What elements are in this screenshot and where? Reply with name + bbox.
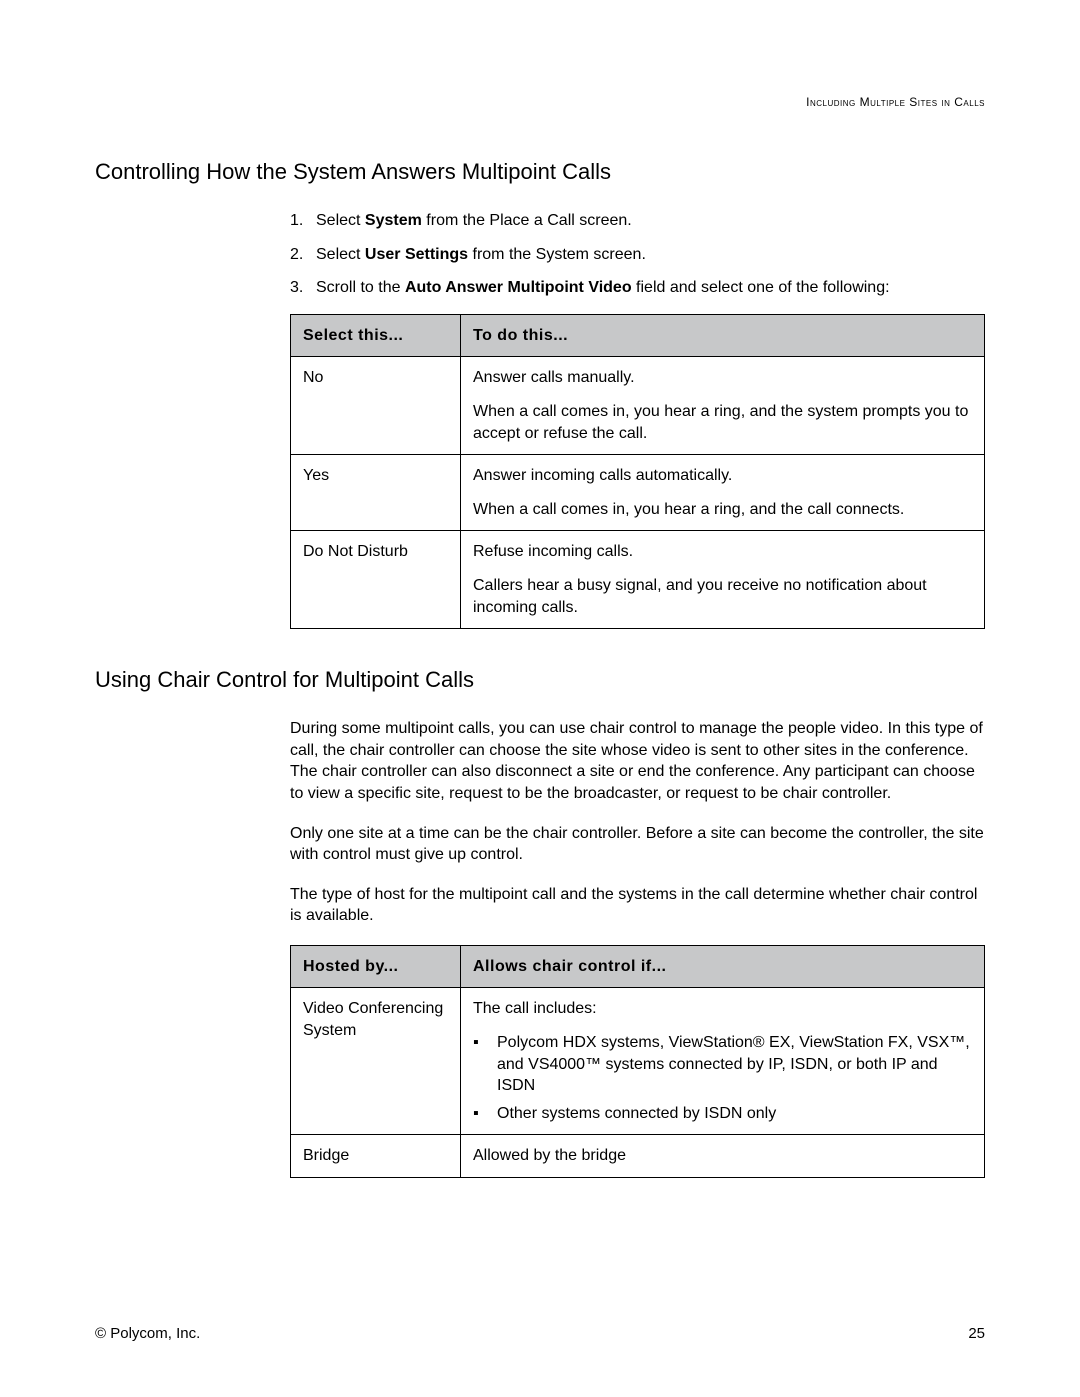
bullet-icon: ▪ (473, 1032, 497, 1097)
list-item: ▪ Polycom HDX systems, ViewStation® EX, … (473, 1032, 972, 1097)
table-cell: Answer incoming calls automatically. Whe… (461, 455, 985, 531)
table-row: Select this... To do this... (291, 314, 985, 357)
paragraph: The type of host for the multipoint call… (290, 884, 985, 927)
bullet-icon: ▪ (473, 1103, 497, 1125)
steps-list: 1. Select System from the Place a Call s… (290, 210, 985, 299)
table-cell: Allowed by the bridge (461, 1135, 985, 1178)
page-number: 25 (968, 1325, 985, 1342)
step-number: 2. (290, 244, 316, 266)
step-item: 3. Scroll to the Auto Answer Multipoint … (290, 277, 985, 299)
table-cell: Yes (291, 455, 461, 531)
bullet-list: ▪ Polycom HDX systems, ViewStation® EX, … (473, 1032, 972, 1124)
step-item: 2. Select User Settings from the System … (290, 244, 985, 266)
step-item: 1. Select System from the Place a Call s… (290, 210, 985, 232)
step-number: 3. (290, 277, 316, 299)
table-cell: Video Conferencing System (291, 988, 461, 1135)
table-row: Do Not Disturb Refuse incoming calls. Ca… (291, 531, 985, 629)
paragraph: During some multipoint calls, you can us… (290, 718, 985, 804)
col-header: Allows chair control if... (461, 945, 985, 988)
table-cell: No (291, 357, 461, 455)
table-cell: Do Not Disturb (291, 531, 461, 629)
col-header: To do this... (461, 314, 985, 357)
table-row: Video Conferencing System The call inclu… (291, 988, 985, 1135)
step-text: Select User Settings from the System scr… (316, 244, 646, 266)
table-row: No Answer calls manually. When a call co… (291, 357, 985, 455)
list-item: ▪ Other systems connected by ISDN only (473, 1103, 972, 1125)
table-row: Yes Answer incoming calls automatically.… (291, 455, 985, 531)
heading-controlling: Controlling How the System Answers Multi… (95, 159, 985, 185)
footer-copyright: © Polycom, Inc. (95, 1325, 200, 1342)
chair-control-table: Hosted by... Allows chair control if... … (290, 945, 985, 1178)
table-cell: Answer calls manually. When a call comes… (461, 357, 985, 455)
col-header: Select this... (291, 314, 461, 357)
table-cell: Bridge (291, 1135, 461, 1178)
step-text: Scroll to the Auto Answer Multipoint Vid… (316, 277, 890, 299)
paragraph: Only one site at a time can be the chair… (290, 823, 985, 866)
col-header: Hosted by... (291, 945, 461, 988)
step-number: 1. (290, 210, 316, 232)
heading-chair-control: Using Chair Control for Multipoint Calls (95, 667, 985, 693)
page-footer: © Polycom, Inc. 25 (95, 1325, 985, 1342)
table-row: Hosted by... Allows chair control if... (291, 945, 985, 988)
running-head: Including Multiple Sites in Calls (95, 95, 985, 109)
step-text: Select System from the Place a Call scre… (316, 210, 632, 232)
table-cell: Refuse incoming calls. Callers hear a bu… (461, 531, 985, 629)
table-row: Bridge Allowed by the bridge (291, 1135, 985, 1178)
auto-answer-table: Select this... To do this... No Answer c… (290, 314, 985, 629)
table-cell: The call includes: ▪ Polycom HDX systems… (461, 988, 985, 1135)
